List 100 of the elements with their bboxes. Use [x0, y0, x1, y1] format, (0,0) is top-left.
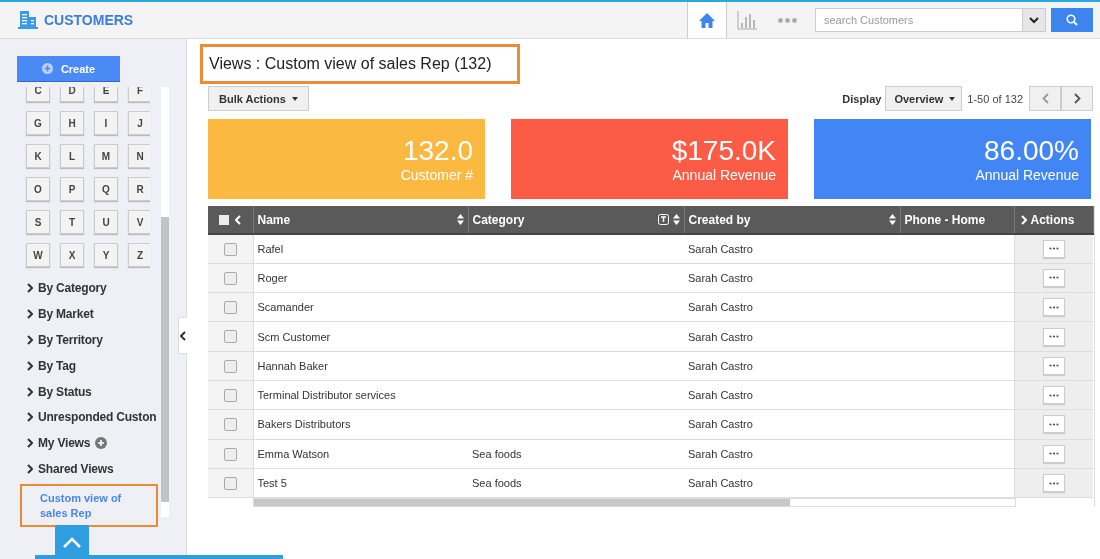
row-checkbox[interactable]	[223, 388, 237, 402]
sort-icon[interactable]	[672, 214, 680, 225]
table-cell: Test 5	[257, 477, 287, 489]
caret-icon	[291, 96, 298, 101]
metric-label: Customer #	[400, 167, 473, 183]
bulk-actions-button[interactable]: Bulk Actions	[208, 86, 309, 111]
letter-filter-button[interactable]: W	[26, 243, 50, 267]
sidebar-item[interactable]: By Category	[38, 280, 107, 295]
filter-icon[interactable]	[657, 214, 669, 225]
row-checkbox[interactable]	[223, 330, 237, 344]
home-tab[interactable]	[687, 2, 727, 38]
sidebar-item[interactable]: By Status	[38, 384, 92, 399]
row-actions-button[interactable]	[1042, 415, 1065, 434]
chevron-down-icon	[1029, 16, 1039, 24]
ellipsis-icon	[1048, 393, 1059, 397]
chevron-right-icon	[27, 360, 33, 371]
pagination-range: 1-50 of 132	[967, 92, 1023, 105]
letter-filter-button[interactable]: F	[128, 87, 150, 102]
letter-filter-button[interactable]: J	[128, 111, 150, 135]
search-dropdown-button[interactable]	[1023, 8, 1046, 32]
table-cell: Sarah Castro	[688, 301, 753, 314]
row-actions-button[interactable]	[1042, 327, 1065, 346]
row-checkbox[interactable]	[223, 301, 237, 315]
letter-filter-button[interactable]: Z	[128, 243, 150, 267]
row-checkbox[interactable]	[223, 271, 237, 285]
letter-filter-button[interactable]: I	[94, 111, 118, 135]
display-dropdown[interactable]: Overview	[885, 86, 963, 111]
chevron-left-icon[interactable]	[235, 214, 242, 225]
row-actions-button[interactable]	[1042, 356, 1065, 375]
row-checkbox[interactable]	[223, 359, 237, 373]
metric-label: Annual Revenue	[975, 167, 1079, 183]
letter-filter-button[interactable]: O	[26, 177, 50, 201]
letter-filter-button[interactable]: C	[26, 87, 50, 102]
row-checkbox[interactable]	[223, 418, 237, 432]
plus-circle-icon	[41, 63, 53, 74]
table-cell: Sarah Castro	[688, 330, 753, 343]
sort-icon[interactable]	[888, 214, 896, 225]
letter-filter-button[interactable]: N	[128, 144, 150, 168]
row-checkbox[interactable]	[223, 242, 237, 256]
letter-filter-button[interactable]: S	[26, 210, 50, 234]
letter-filter-button[interactable]: L	[60, 144, 84, 168]
letter-filter-button[interactable]: M	[94, 144, 118, 168]
sidebar-item[interactable]: By Territory	[38, 332, 103, 347]
chevron-left-icon	[180, 330, 186, 341]
more-icon	[777, 17, 797, 23]
previous-page-button[interactable]	[1029, 86, 1061, 111]
letter-filter-button[interactable]: E	[94, 87, 118, 102]
letter-filter-button[interactable]: V	[128, 210, 150, 234]
chevron-right-icon[interactable]	[1020, 214, 1027, 225]
next-page-button[interactable]	[1061, 86, 1093, 111]
column-header[interactable]: Created by	[688, 212, 751, 227]
row-actions-button[interactable]	[1042, 386, 1065, 405]
letter-filter-button[interactable]: Q	[94, 177, 118, 201]
sidebar-item[interactable]: By Tag	[38, 358, 76, 373]
letter-filter-button[interactable]: D	[60, 87, 84, 102]
row-checkbox[interactable]	[223, 476, 237, 490]
chevron-right-icon	[27, 282, 33, 293]
scrollbar[interactable]	[161, 87, 169, 517]
sidebar-item[interactable]: By Market	[38, 306, 94, 321]
search-button[interactable]	[1051, 8, 1093, 32]
row-actions-button[interactable]	[1042, 239, 1065, 258]
table-cell: Sarah Castro	[688, 359, 753, 372]
ellipsis-icon	[1048, 247, 1059, 251]
row-actions-button[interactable]	[1042, 268, 1065, 287]
letter-filter-button[interactable]: K	[26, 144, 50, 168]
column-header[interactable]: Category	[472, 212, 525, 227]
row-actions-button[interactable]	[1042, 298, 1065, 317]
search-field[interactable]: search Customers	[815, 8, 1023, 32]
sidebar-item[interactable]: My Views	[38, 436, 91, 451]
row-actions-button[interactable]	[1042, 444, 1065, 463]
row-checkbox[interactable]	[223, 447, 237, 461]
plus-circle-icon[interactable]	[95, 437, 108, 450]
chevron-right-icon	[27, 412, 33, 423]
sort-icon[interactable]	[456, 214, 464, 225]
letter-filter-button[interactable]: H	[60, 111, 84, 135]
home-icon	[698, 11, 716, 29]
chevron-right-icon	[27, 464, 33, 475]
table-cell: Sea foods	[472, 447, 522, 460]
ellipsis-icon	[1048, 481, 1059, 485]
letter-filter-button[interactable]: X	[60, 243, 84, 267]
chevron-right-icon	[27, 438, 33, 449]
sidebar-item[interactable]: Shared Views	[38, 462, 114, 477]
collapse-button[interactable]	[178, 317, 187, 354]
bar-chart-icon	[737, 10, 757, 30]
letter-filter-button[interactable]: U	[94, 210, 118, 234]
letter-filter-button[interactable]: T	[60, 210, 84, 234]
table-cell: Sea foods	[472, 477, 522, 489]
letter-filter-button[interactable]: G	[26, 111, 50, 135]
column-header[interactable]: Name	[257, 212, 291, 227]
ellipsis-icon	[1048, 364, 1059, 368]
letter-filter-button[interactable]: P	[60, 177, 84, 201]
horizontal-scrollbar[interactable]	[253, 498, 1016, 508]
row-actions-button[interactable]	[1042, 474, 1065, 492]
chevron-right-icon	[27, 308, 33, 319]
select-all-checkbox[interactable]	[219, 214, 230, 225]
caret-icon	[949, 96, 956, 101]
sidebar-item[interactable]: Unresponded Custon	[38, 410, 157, 425]
letter-filter-button[interactable]: R	[128, 177, 150, 201]
table-cell: Emma Watson	[257, 447, 330, 460]
letter-filter-button[interactable]: Y	[94, 243, 118, 267]
